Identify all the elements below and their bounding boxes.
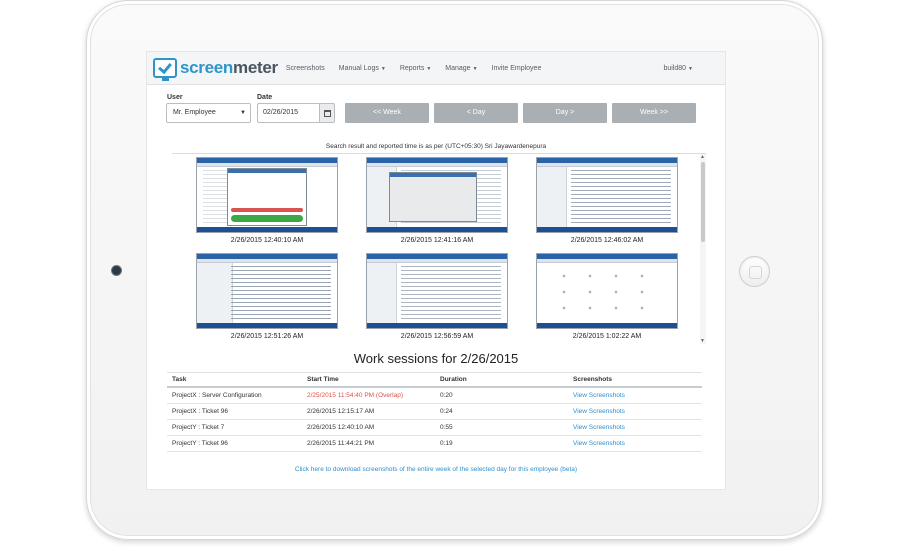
logo-text-part2: meter [233,58,278,77]
screenshot-thumbnail[interactable]: 2/26/2015 12:56:59 AM [366,253,508,340]
nav-manage-label: Manage [445,64,471,72]
product-mockup: screenmeter Screenshots Manual Logs ▼ Rep… [0,0,912,551]
view-screenshots-link[interactable]: View Screenshots [568,387,702,404]
user-menu-label: build80 [663,65,687,72]
screenshot-timestamp: 2/26/2015 12:40:10 AM [230,237,304,244]
task-cell: ProjectX : Ticket 96 [167,403,302,420]
start-time-cell: 2/26/2015 12:40:10 AM [302,419,435,436]
duration-cell: 0:19 [435,435,568,452]
duration-cell: 0:24 [435,403,568,420]
table-row: ProjectY : Ticket 7 2/26/2015 12:40:10 A… [167,419,702,436]
date-filter-label: Date [257,94,273,101]
next-week-button[interactable]: Week >> [612,103,696,123]
work-sessions-table: Task Start Time Duration Screenshots Pro… [167,372,702,452]
date-input[interactable]: 02/26/2015 [257,103,319,123]
start-time-cell: 2/25/2015 11:54:40 PM (Overlap) [302,387,435,404]
duration-cell: 0:55 [435,419,568,436]
screenshot-timestamp: 2/26/2015 12:56:59 AM [400,333,474,340]
screenshot-gallery: 2/26/2015 12:40:10 AM 2/26/2015 12:41:16… [172,153,706,344]
table-row: ProjectX : Ticket 96 2/26/2015 12:15:17 … [167,403,702,420]
column-header-screenshots: Screenshots [568,372,702,388]
task-cell: ProjectX : Server Configuration [167,387,302,404]
screenshot-image[interactable] [536,157,678,233]
start-time-cell: 2/26/2015 11:44:21 PM [302,435,435,452]
nav-menu: Screenshots Manual Logs ▼ Reports ▼ Manage… [286,65,556,72]
top-navbar: screenmeter Screenshots Manual Logs ▼ Rep… [147,52,725,85]
timezone-note: Search result and reported time is as pe… [325,143,547,150]
screenshot-image[interactable] [196,253,338,329]
view-screenshots-link[interactable]: View Screenshots [568,435,702,452]
camera-icon [112,266,121,275]
date-input-value: 02/26/2015 [263,109,299,116]
screenshot-thumbnail[interactable]: 2/26/2015 12:40:10 AM [196,157,338,244]
user-select[interactable]: Mr. Employee ▼ [166,103,251,123]
logo-text: screenmeter [180,58,278,78]
user-filter-label: User [167,94,183,101]
nav-manual-logs-label: Manual Logs [338,64,379,72]
screenshot-image[interactable] [366,253,508,329]
table-header-row: Task Start Time Duration Screenshots [167,372,702,388]
user-menu[interactable]: build80 ▼ [663,65,693,72]
screenshot-image[interactable] [196,157,338,233]
screenshot-thumbnail[interactable]: 2/26/2015 12:41:16 AM [366,157,508,244]
start-time-cell: 2/26/2015 12:15:17 AM [302,403,435,420]
screenshot-timestamp: 2/26/2015 12:41:16 AM [400,237,474,244]
home-button-icon [739,256,770,287]
next-day-button[interactable]: Day > [523,103,607,123]
scrollbar-thumb[interactable] [701,162,705,242]
nav-manage[interactable]: Manage ▼ [445,65,477,72]
prev-day-button[interactable]: < Day [434,103,518,123]
caret-down-icon: ▼ [472,65,478,72]
chevron-down-icon: ▼ [240,110,246,116]
screenshot-timestamp: 2/26/2015 1:02:22 AM [572,333,642,340]
nav-manual-logs[interactable]: Manual Logs ▼ [339,65,386,72]
nav-invite-employee[interactable]: Invite Employee [492,65,542,72]
screenshot-image[interactable] [536,253,678,329]
nav-reports[interactable]: Reports ▼ [400,65,431,72]
gallery-scrollbar[interactable]: ▲ ▼ [700,154,706,344]
screenshot-thumbnail[interactable]: 2/26/2015 12:51:26 AM [196,253,338,340]
user-select-value: Mr. Employee [173,109,216,116]
download-week-link[interactable]: Click here to download screenshots of th… [147,466,725,473]
duration-cell: 0:20 [435,387,568,404]
nav-screenshots-label: Screenshots [285,64,325,72]
nav-invite-employee-label: Invite Employee [491,64,542,72]
screenshot-thumbnail[interactable]: 2/26/2015 12:46:02 AM [536,157,678,244]
screenshot-thumbnail[interactable]: 2/26/2015 1:02:22 AM [536,253,678,340]
column-header-task: Task [167,372,302,388]
scroll-up-icon[interactable]: ▲ [700,154,705,160]
view-screenshots-link[interactable]: View Screenshots [568,403,702,420]
screenshot-timestamp: 2/26/2015 12:46:02 AM [570,237,644,244]
caret-down-icon: ▼ [380,65,386,72]
scroll-down-icon[interactable]: ▼ [700,338,705,344]
column-header-duration: Duration [435,372,568,388]
monitor-check-icon [153,58,177,81]
view-screenshots-link[interactable]: View Screenshots [568,419,702,436]
table-row: ProjectY : Ticket 96 2/26/2015 11:44:21 … [167,435,702,452]
screenshot-image[interactable] [366,157,508,233]
nav-reports-label: Reports [399,64,425,72]
logo-text-part1: screen [180,58,234,77]
task-cell: ProjectY : Ticket 7 [167,419,302,436]
work-sessions-title: Work sessions for 2/26/2015 [353,351,519,366]
nav-screenshots[interactable]: Screenshots [286,65,325,72]
calendar-icon [324,110,331,117]
task-cell: ProjectY : Ticket 96 [167,435,302,452]
caret-down-icon: ▼ [426,65,432,72]
prev-week-button[interactable]: << Week [345,103,429,123]
logo[interactable]: screenmeter [153,58,278,81]
caret-down-icon: ▼ [688,66,693,72]
screenshot-timestamp: 2/26/2015 12:51:26 AM [230,333,304,340]
calendar-button[interactable] [319,103,335,123]
table-row: ProjectX : Server Configuration 2/25/201… [167,387,702,404]
column-header-start-time: Start Time [302,372,435,388]
app-screen: screenmeter Screenshots Manual Logs ▼ Rep… [146,51,726,490]
